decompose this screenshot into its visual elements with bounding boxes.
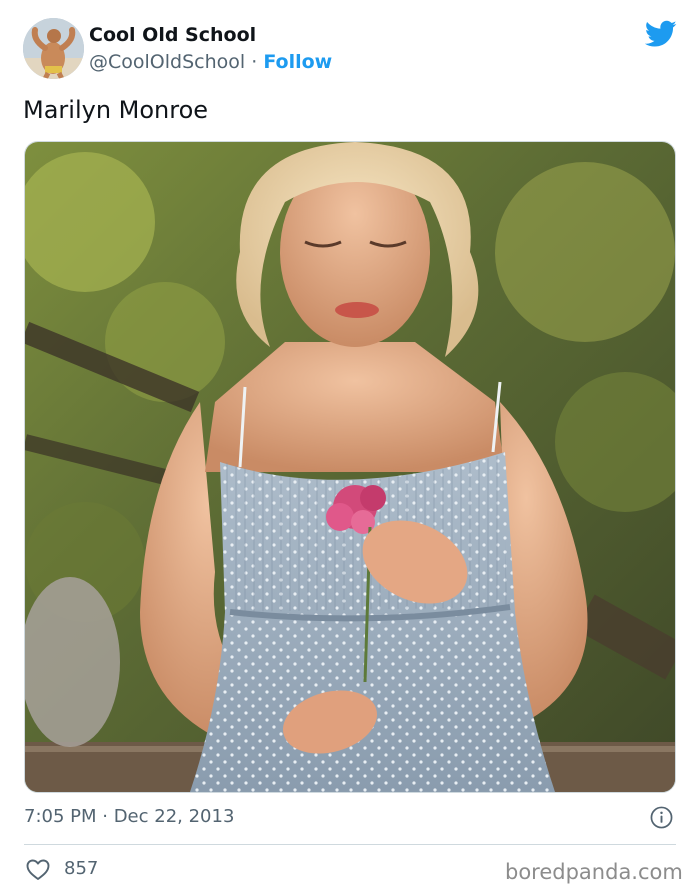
divider (24, 844, 676, 845)
avatar[interactable] (23, 18, 84, 79)
separator-dot: · (251, 51, 258, 73)
author-handle[interactable]: @CoolOldSchool (89, 51, 245, 73)
author-display-name[interactable]: Cool Old School (89, 22, 256, 48)
tweet-timestamp[interactable]: 7:05 PM · Dec 22, 2013 (24, 804, 234, 830)
heart-icon[interactable] (26, 858, 50, 881)
author-handle-row: @CoolOldSchool · Follow (89, 49, 332, 75)
tweet-photo[interactable] (24, 141, 676, 793)
tweet-card: Cool Old School @CoolOldSchool · Follow … (0, 0, 700, 896)
info-icon[interactable] (650, 806, 673, 829)
watermark: boredpanda.com (505, 860, 683, 884)
tweet-text: Marilyn Monroe (23, 96, 209, 124)
follow-button[interactable]: Follow (263, 51, 332, 73)
like-count: 857 (64, 858, 99, 879)
twitter-bird-icon[interactable] (644, 20, 677, 48)
